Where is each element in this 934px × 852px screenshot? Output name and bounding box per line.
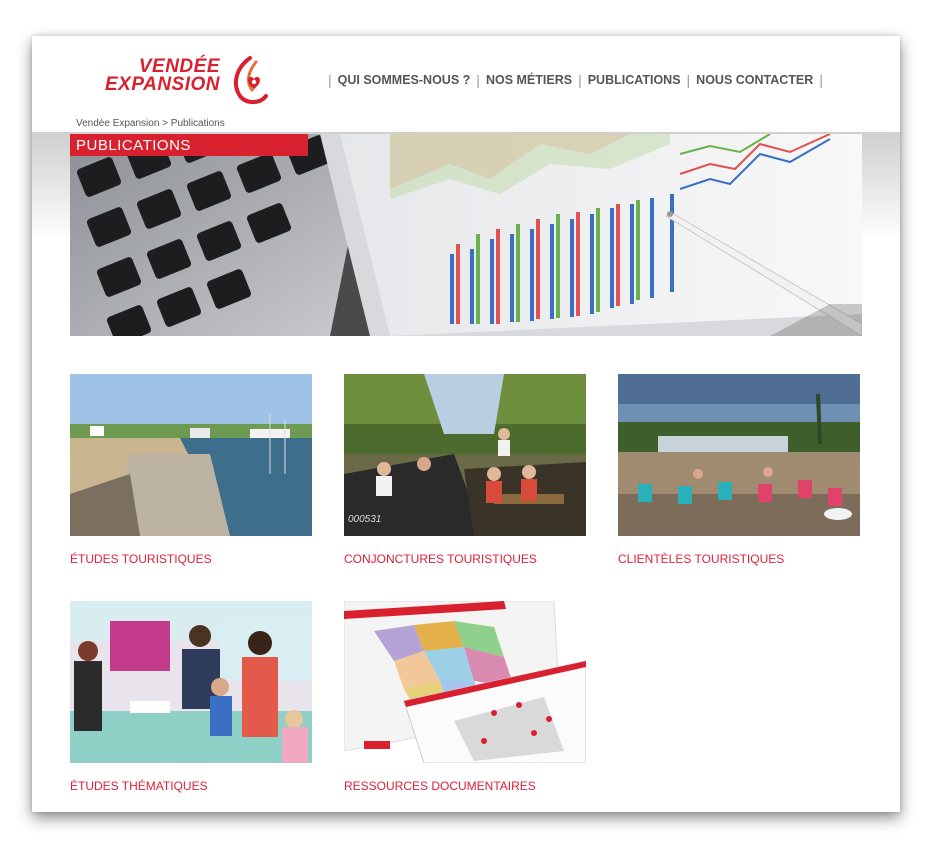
tile-label[interactable]: CONJONCTURES TOURISTIQUES bbox=[344, 552, 586, 566]
harbor-photo bbox=[70, 374, 312, 536]
tile-conjonctures-touristiques[interactable]: 000531 CONJONCTURES TOURISTIQUES bbox=[344, 374, 586, 566]
main-nav: | QUI SOMMES-NOUS ? | NOS MÉTIERS | PUBL… bbox=[322, 72, 829, 88]
site-logo[interactable]: VENDÉE EXPANSION bbox=[104, 54, 280, 110]
tile-clienteles-touristiques[interactable]: CLIENTÈLES TOURISTIQUES bbox=[618, 374, 860, 566]
nav-separator: | bbox=[476, 72, 480, 88]
tile-etudes-thematiques[interactable]: ÉTUDES THÉMATIQUES bbox=[70, 601, 312, 793]
hero-banner-image bbox=[70, 134, 862, 336]
boat-tour-photo: 000531 bbox=[344, 374, 586, 536]
tile-label[interactable]: RESSOURCES DOCUMENTAIRES bbox=[344, 779, 586, 793]
tile-label[interactable]: CLIENTÈLES TOURISTIQUES bbox=[618, 552, 860, 566]
tile-label[interactable]: ÉTUDES TOURISTIQUES bbox=[70, 552, 312, 566]
nav-item-qui-sommes-nous[interactable]: QUI SOMMES-NOUS ? bbox=[338, 73, 471, 87]
svg-text:000531: 000531 bbox=[348, 514, 381, 525]
nav-item-publications[interactable]: PUBLICATIONS bbox=[588, 73, 681, 87]
tile-label[interactable]: ÉTUDES THÉMATIQUES bbox=[70, 779, 312, 793]
breadcrumb[interactable]: Vendée Expansion > Publications bbox=[76, 118, 225, 129]
beach-deckchairs-photo bbox=[618, 374, 860, 536]
logo-line-2: EXPANSION bbox=[104, 74, 220, 95]
nav-separator: | bbox=[328, 72, 332, 88]
nav-separator: | bbox=[819, 72, 823, 88]
logo-wordmark: VENDÉE EXPANSION bbox=[104, 57, 220, 95]
tile-etudes-touristiques[interactable]: ÉTUDES TOURISTIQUES bbox=[70, 374, 312, 566]
nav-separator: | bbox=[686, 72, 691, 88]
nav-item-nous-contacter[interactable]: NOUS CONTACTER bbox=[696, 73, 813, 87]
tile-ressources-documentaires[interactable]: RESSOURCES DOCUMENTAIRES bbox=[344, 601, 586, 793]
family-reception-photo bbox=[70, 601, 312, 763]
nav-separator: | bbox=[578, 72, 582, 88]
nav-item-nos-metiers[interactable]: NOS MÉTIERS bbox=[486, 73, 572, 87]
hero-title: PUBLICATIONS bbox=[70, 134, 308, 156]
maps-documents-photo bbox=[344, 601, 586, 763]
page-frame: VENDÉE EXPANSION | QUI SOMMES-NOUS ? | N… bbox=[32, 36, 900, 812]
heart-flame-icon bbox=[233, 56, 268, 104]
